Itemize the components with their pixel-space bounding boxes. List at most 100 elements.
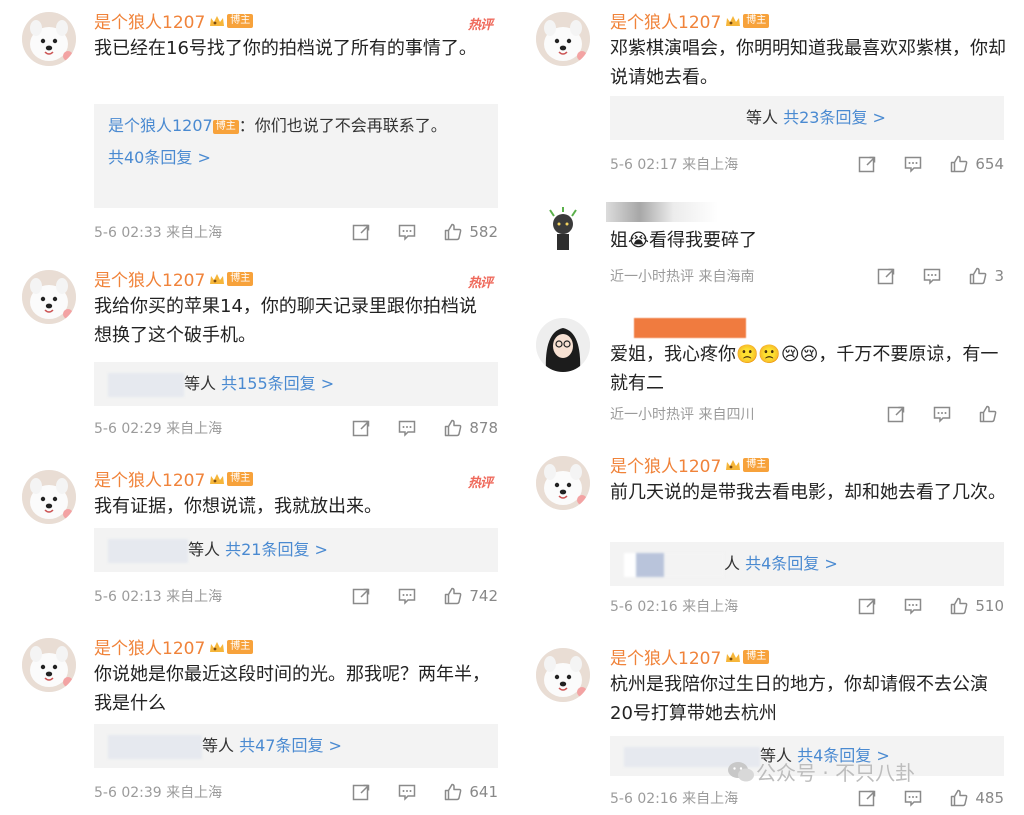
share-button[interactable]	[351, 586, 371, 606]
share-button[interactable]	[857, 596, 877, 616]
comment-icon	[932, 404, 952, 424]
reply-count-link[interactable]: 共40条回复 >	[108, 148, 211, 167]
username[interactable]: 是个狼人1207 博主	[610, 644, 770, 669]
like-button[interactable]	[978, 404, 1004, 424]
avatar[interactable]	[22, 270, 76, 324]
username-label[interactable]: 是个狼人1207	[94, 271, 205, 291]
username[interactable]: 是个狼人1207 博主	[94, 634, 254, 659]
action-bar: 641	[325, 782, 498, 802]
reply-preview[interactable]: 等人 共23条回复 >	[610, 96, 1004, 140]
username-label[interactable]: 是个狼人1207	[610, 457, 721, 477]
share-icon	[857, 154, 877, 174]
avatar[interactable]	[536, 648, 590, 702]
blogger-badge: 博主	[725, 11, 770, 31]
reply-box[interactable]: 等人 共47条回复 >	[94, 724, 498, 768]
avatar[interactable]	[22, 470, 76, 524]
username[interactable]: 是个狼人1207 博主	[610, 452, 770, 477]
reply-count-link[interactable]: 共4条回复 >	[745, 554, 838, 573]
like-button[interactable]: 641	[443, 782, 498, 802]
crown-icon	[725, 14, 741, 28]
username-label[interactable]: 是个狼人1207	[94, 639, 205, 659]
comment-meta: 5-6 02:16 来自上海 485	[610, 788, 1004, 810]
username-label[interactable]: 是个狼人1207	[610, 649, 721, 669]
comment-card: 姐😭看得我要碎了 近一小时热评 来自海南 3	[512, 192, 1024, 298]
comment-button[interactable]	[903, 596, 923, 616]
like-button[interactable]: 878	[443, 418, 498, 438]
comment-button[interactable]	[397, 222, 417, 242]
like-button[interactable]: 742	[443, 586, 498, 606]
username-label[interactable]: 是个狼人1207	[94, 471, 205, 491]
like-button[interactable]: 582	[443, 222, 498, 242]
comment-text: 前几天说的是带我去看电影，却和她去看了几次。	[610, 482, 1006, 503]
reply-username[interactable]: 是个狼人1207	[108, 116, 213, 135]
share-button[interactable]	[857, 788, 877, 808]
username-label[interactable]: 是个狼人1207	[94, 13, 205, 33]
reply-box[interactable]: 是个狼人1207 博主 ：你们也说了不会再联系了。 共40条回复 >	[94, 104, 498, 208]
like-button[interactable]: 485	[949, 788, 1004, 808]
comment-button[interactable]	[932, 404, 952, 424]
reply-count-link[interactable]: 共155条回复 >	[221, 374, 334, 393]
username[interactable]: 是个狼人1207 博主	[94, 266, 254, 291]
reply-count-link[interactable]: 共23条回复 >	[783, 108, 886, 127]
crown-icon	[209, 640, 225, 654]
reply-prefix: 人	[724, 554, 741, 573]
avatar[interactable]	[536, 204, 590, 258]
like-button[interactable]: 654	[949, 154, 1004, 174]
reply-preview[interactable]: 等人 共155条回复 >	[94, 362, 498, 406]
avatar[interactable]	[22, 638, 76, 692]
comment-button[interactable]	[397, 586, 417, 606]
reply-box[interactable]: 等人 共155条回复 >	[94, 362, 498, 406]
action-bar: 878	[325, 418, 498, 438]
reply-count-link[interactable]: 共21条回复 >	[225, 540, 328, 559]
share-icon	[351, 222, 371, 242]
share-button[interactable]	[876, 266, 896, 286]
blurred-username[interactable]	[606, 202, 718, 222]
like-count: 641	[469, 783, 498, 801]
watermark-text: 公众号 · 不只八卦	[756, 761, 916, 785]
badge-label: 博主	[743, 458, 770, 472]
share-button[interactable]	[351, 782, 371, 802]
reply-box[interactable]: 等人 共23条回复 >	[610, 96, 1004, 140]
blurred-username[interactable]	[634, 318, 746, 338]
avatar[interactable]	[536, 12, 590, 66]
share-button[interactable]	[351, 222, 371, 242]
comment-button[interactable]	[903, 788, 923, 808]
comment-text: 我有证据，你想说谎，我就放出来。	[94, 496, 382, 517]
comment-text: 你说她是你最近这段时间的光。那我呢？两年半，我是什么	[94, 664, 490, 714]
like-icon	[443, 782, 463, 802]
reply-count-link[interactable]: 共47条回复 >	[239, 736, 342, 755]
action-bar: 3	[850, 266, 1004, 286]
comment-meta: 5-6 02:29 来自上海 878	[94, 418, 498, 440]
username[interactable]: 是个狼人1207 博主	[94, 8, 254, 33]
avatar[interactable]	[536, 456, 590, 510]
reply-preview[interactable]: 等人 共21条回复 >	[94, 528, 498, 572]
reply-count-line[interactable]: 共40条回复 >	[94, 144, 498, 172]
reply-box[interactable]: 人 共4条回复 >	[610, 542, 1004, 586]
share-button[interactable]	[857, 154, 877, 174]
comment-text: 我给你买的苹果14，你的聊天记录里跟你拍档说想换了这个破手机。	[94, 296, 477, 346]
action-bar: 742	[325, 586, 498, 606]
reply-box[interactable]: 等人 共21条回复 >	[94, 528, 498, 572]
username-label[interactable]: 是个狼人1207	[610, 13, 721, 33]
comment-meta: 5-6 02:16 来自上海 510	[610, 596, 1004, 618]
comment-button[interactable]	[397, 418, 417, 438]
comment-button[interactable]	[397, 782, 417, 802]
like-button[interactable]: 3	[968, 266, 1004, 286]
share-button[interactable]	[351, 418, 371, 438]
username[interactable]: 是个狼人1207 博主	[610, 8, 770, 33]
like-button[interactable]: 510	[949, 596, 1004, 616]
share-icon	[351, 782, 371, 802]
share-button[interactable]	[886, 404, 906, 424]
comment-icon	[922, 266, 942, 286]
reply-prefix: 等人	[746, 108, 779, 127]
reply-preview[interactable]: 等人 共47条回复 >	[94, 724, 498, 768]
comment-button[interactable]	[922, 266, 942, 286]
comment-button[interactable]	[903, 154, 923, 174]
reply-preview[interactable]: 人 共4条回复 >	[610, 542, 1004, 586]
timestamp: 5-6 02:16 来自上海	[610, 791, 739, 807]
blogger-badge: 博主	[725, 455, 770, 475]
username[interactable]: 是个狼人1207 博主	[94, 466, 254, 491]
wechat-icon	[728, 761, 754, 781]
avatar[interactable]	[536, 318, 590, 372]
avatar[interactable]	[22, 12, 76, 66]
